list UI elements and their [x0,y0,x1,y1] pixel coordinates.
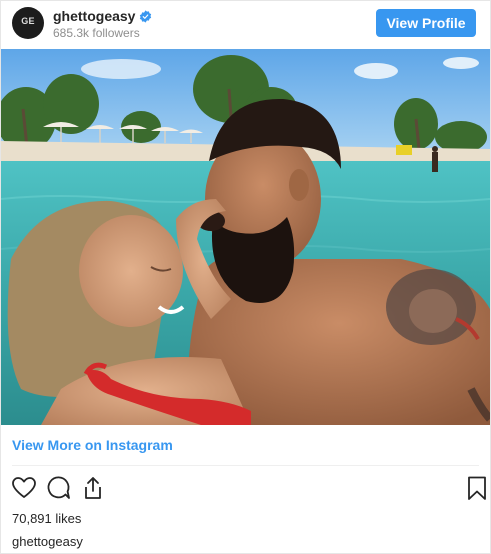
post-photo[interactable] [1,49,490,425]
view-more-link[interactable]: View More on Instagram [12,437,173,453]
followers-count: 685.3k followers [53,26,140,40]
username[interactable]: ghettogeasy [53,8,135,24]
divider [12,465,479,466]
verified-badge-icon [140,9,152,23]
share-icon[interactable] [80,475,106,501]
avatar-monogram: GE [21,16,35,26]
bookmark-icon[interactable] [464,475,490,501]
instagram-embed-card: GE ghettogeasy 685.3k followers View Pro… [0,0,491,554]
comment-icon[interactable] [45,475,71,501]
heart-icon[interactable] [11,475,37,501]
avatar[interactable]: GE [12,7,44,39]
caption-username[interactable]: ghettogeasy [12,534,83,549]
view-profile-button[interactable]: View Profile [376,9,476,37]
post-header: GE ghettogeasy 685.3k followers View Pro… [1,1,490,49]
beach-photo [1,49,490,425]
username-row: ghettogeasy [53,8,152,24]
likes-count: 70,891 likes [12,511,82,526]
